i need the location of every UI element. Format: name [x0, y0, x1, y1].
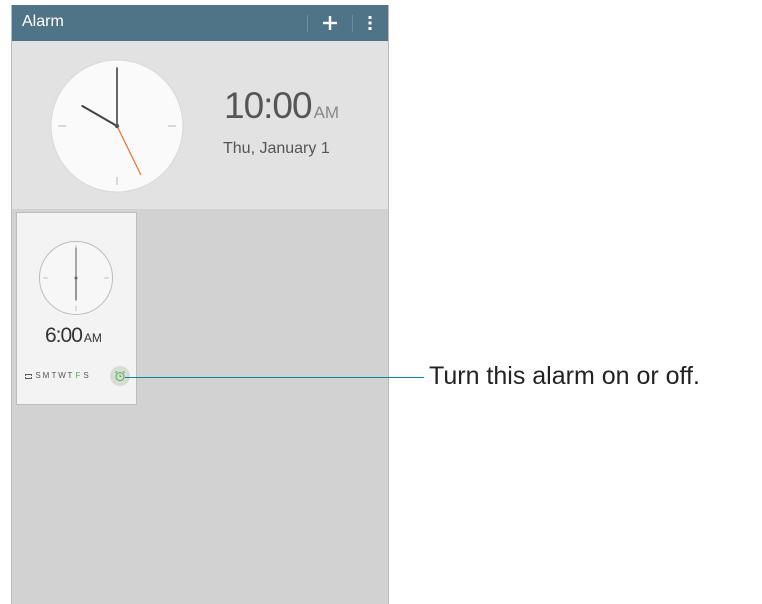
repeat-day: T — [51, 371, 57, 380]
current-time-section: 10:00 AM Thu, January 1 — [12, 41, 388, 209]
alarm-ampm: AM — [83, 331, 102, 345]
alarm-screen: Alarm 10:00 AM Thu, January 1 6:00 AM S … — [11, 5, 389, 604]
repeat-day: T — [67, 371, 73, 380]
action-bar-divider — [352, 15, 353, 32]
current-time-value: 10:00 — [224, 85, 313, 126]
repeat-days: SMTWTFS — [34, 371, 90, 380]
plus-icon — [323, 16, 337, 30]
analog-clock — [50, 59, 184, 193]
alarm-time-value: 6:00 — [45, 324, 83, 347]
repeat-icon — [25, 374, 32, 379]
repeat-day: S — [35, 371, 41, 380]
action-bar-divider — [307, 15, 308, 32]
alarm-card[interactable]: 6:00 AM SMTWTFS — [16, 212, 137, 405]
current-date: Thu, January 1 — [223, 140, 330, 157]
more-options-button[interactable] — [360, 5, 380, 41]
current-time: 10:00 AM — [224, 85, 339, 127]
repeat-day: S — [83, 371, 89, 380]
repeat-day: W — [58, 371, 66, 380]
repeat-day: F — [75, 371, 81, 380]
current-ampm: AM — [313, 103, 340, 122]
alarm-clock-face — [39, 241, 113, 315]
action-bar-title: Alarm — [22, 13, 64, 30]
alarm-toggle-button[interactable] — [110, 366, 130, 386]
add-alarm-button[interactable] — [318, 5, 342, 41]
alarm-clock-icon — [115, 371, 125, 382]
callout-line — [125, 377, 424, 378]
alarm-time: 6:00 AM — [45, 324, 102, 348]
repeat-day: M — [42, 371, 50, 380]
vertical-dots-icon — [368, 16, 372, 30]
callout-text: Turn this alarm on or off. — [429, 362, 700, 390]
action-bar: Alarm — [12, 5, 388, 41]
